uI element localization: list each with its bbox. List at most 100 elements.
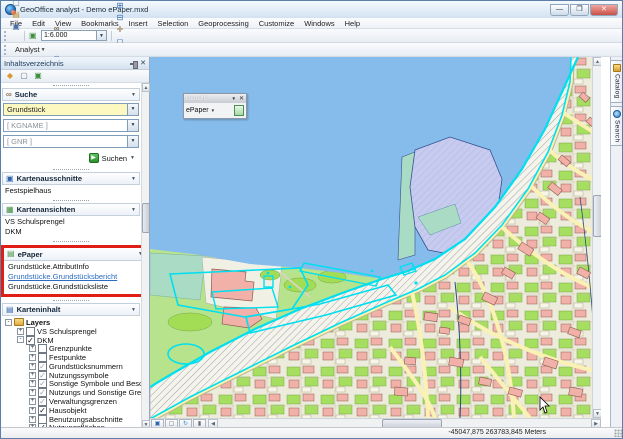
layer-label[interactable]: Nutzungs und Sonstige Grenzen: [49, 388, 141, 397]
layers-root-label[interactable]: Layers: [26, 318, 50, 327]
layer-row[interactable]: + Grenzpunkte: [1, 344, 141, 353]
toc-scrollbar[interactable]: ▲ ▼: [141, 83, 149, 429]
menu-selection[interactable]: Selection: [152, 18, 193, 29]
menu-windows[interactable]: Windows: [299, 18, 339, 29]
epaper-item[interactable]: Grundstücke.Grundstücksliste: [6, 282, 141, 292]
layer-row[interactable]: +✓Nutzungssymbole: [1, 371, 141, 380]
menu-help[interactable]: Help: [340, 18, 365, 29]
scroll-thumb[interactable]: [593, 195, 601, 237]
layer-label[interactable]: Nutzungssymbole: [49, 371, 109, 380]
map-vertical-scrollbar[interactable]: ▲ ▼: [592, 57, 601, 418]
scroll-up-icon[interactable]: ▲: [142, 83, 150, 92]
toc-title-bar[interactable]: Inhaltsverzeichnis ✕: [1, 57, 149, 70]
menu-customize[interactable]: Customize: [254, 18, 299, 29]
minimize-button[interactable]: —: [550, 4, 569, 16]
document-icon[interactable]: ▢: [18, 70, 30, 82]
fixed-zoom-in-icon[interactable]: ⊞: [114, 0, 126, 12]
expander-icon[interactable]: +: [29, 398, 36, 405]
kartenansicht-item[interactable]: VS Schulsprengel: [3, 217, 141, 227]
dropdown-icon[interactable]: ▼: [128, 119, 139, 132]
section-drag-handle[interactable]: [1, 239, 141, 244]
tab-search[interactable]: Search: [611, 106, 623, 146]
layer-row[interactable]: +✓Grundstücksnummern: [1, 362, 141, 371]
menu-edit[interactable]: Edit: [27, 18, 50, 29]
layer-checkbox[interactable]: ✓: [38, 379, 47, 388]
layer-label[interactable]: Festpunkte: [49, 353, 86, 362]
title-bar[interactable]: GeoOffice analyst - Demo ePaper.mxd — ❐ …: [1, 1, 622, 18]
maximize-button[interactable]: ❐: [570, 4, 589, 16]
epaper-item[interactable]: Grundstücke.AttributInfo: [6, 262, 141, 272]
layer-label[interactable]: Benutzungsabschnitte: [49, 415, 123, 424]
section-header-kartenausschnitte[interactable]: ▣ Kartenausschnitte ▼: [2, 172, 140, 185]
expander-icon[interactable]: +: [29, 363, 36, 370]
toc-close-icon[interactable]: ✕: [140, 59, 146, 67]
close-icon[interactable]: ✕: [239, 95, 244, 102]
analyst-menu-button[interactable]: Analyst▼: [10, 44, 51, 56]
resize-grip[interactable]: [614, 429, 622, 437]
scroll-down-icon[interactable]: ▼: [593, 409, 601, 418]
suchen-button[interactable]: Suchen: [102, 154, 127, 163]
kgname-value[interactable]: [ KGNAME ]: [3, 119, 128, 132]
layer-checkbox[interactable]: [38, 344, 47, 353]
gnr-combo[interactable]: [ GNR ] ▼: [3, 135, 139, 148]
layer-label[interactable]: VS Schulsprengel: [37, 327, 97, 336]
pin-icon[interactable]: [129, 60, 136, 67]
expander-icon[interactable]: -: [17, 336, 24, 343]
layer-row[interactable]: +✓Verwaltungsgrenzen: [1, 397, 141, 406]
collapse-icon[interactable]: ▼: [131, 176, 136, 182]
kgname-combo[interactable]: [ KGNAME ] ▼: [3, 119, 139, 132]
layer-label[interactable]: Grenzpunkte: [49, 344, 92, 353]
map-scale-combo[interactable]: ▣ 1:6.000 ▼: [29, 30, 107, 41]
gnr-value[interactable]: [ GNR ]: [3, 135, 128, 148]
section-header-kartenansichten[interactable]: ▦ Kartenansichten ▼: [2, 203, 140, 216]
chevron-down-icon[interactable]: ▼: [211, 108, 215, 113]
epaper-menu-button[interactable]: ePaper: [186, 107, 209, 114]
map-view-icon[interactable]: ▣: [32, 70, 44, 82]
layer-checkbox[interactable]: ✓: [38, 406, 47, 415]
section-header-suche[interactable]: ∞ Suche ▼: [2, 88, 140, 101]
layer-checkbox[interactable]: [38, 353, 47, 362]
expander-icon[interactable]: +: [29, 416, 36, 423]
layer-row[interactable]: +✓Hausobjekt: [1, 406, 141, 415]
layer-label[interactable]: Sonstige Symbole und Beschriftung: [49, 379, 141, 388]
layer-label[interactable]: Verwaltungsgrenzen: [49, 397, 117, 406]
expander-icon[interactable]: +: [29, 389, 36, 396]
add-data-diamond-icon[interactable]: ◆: [4, 70, 16, 82]
close-button[interactable]: ✕: [590, 4, 618, 16]
expander-icon[interactable]: -: [5, 319, 12, 326]
binoculars-icon[interactable]: ∞: [51, 23, 63, 35]
layer-checkbox[interactable]: ✓: [38, 397, 47, 406]
layer-row[interactable]: +VS Schulsprengel: [1, 327, 141, 336]
expander-icon[interactable]: +: [29, 372, 36, 379]
layer-checkbox[interactable]: ✓: [38, 371, 47, 380]
save-icon[interactable]: ▣: [10, 21, 22, 33]
layer-checkbox[interactable]: [26, 327, 35, 336]
tab-catalog[interactable]: Catalog: [611, 60, 623, 103]
search-type-combo[interactable]: Grundstück ▼: [3, 103, 139, 116]
expander-icon[interactable]: +: [29, 407, 36, 414]
search-go-icon[interactable]: ▶: [89, 153, 99, 163]
suchen-dropdown-icon[interactable]: ▼: [130, 155, 135, 161]
collapse-icon[interactable]: ▼: [131, 92, 136, 98]
menu-insert[interactable]: Insert: [124, 18, 153, 29]
toolbar-grip[interactable]: [4, 31, 7, 41]
layer-label[interactable]: DKM: [37, 336, 54, 345]
collapse-icon[interactable]: ▼: [131, 207, 136, 213]
add-feature-alt-icon[interactable]: ✚: [51, 0, 63, 5]
section-header-epaper[interactable]: ▤ ePaper ▼: [4, 248, 141, 261]
floating-toolbar-titlebar[interactable]: GeoOffi ▼ ✕: [184, 94, 246, 103]
layer-checkbox[interactable]: ✓: [38, 388, 47, 397]
layer-checkbox[interactable]: [38, 415, 47, 424]
kartenausschnitt-item[interactable]: Festspielhaus: [3, 186, 141, 196]
scroll-up-icon[interactable]: ▲: [593, 57, 601, 66]
fixed-zoom-out-icon[interactable]: ⊟: [114, 12, 126, 24]
pan-hand-icon[interactable]: ✛: [114, 24, 126, 36]
collapse-icon[interactable]: ▼: [131, 307, 136, 313]
layer-checkbox[interactable]: ✓: [26, 336, 35, 345]
expander-icon[interactable]: +: [29, 354, 36, 361]
dropdown-icon[interactable]: ▼: [128, 135, 139, 148]
search-type-value[interactable]: Grundstück: [3, 103, 128, 116]
layer-row[interactable]: +✓Nutzungs und Sonstige Grenzen: [1, 388, 141, 397]
dropdown-icon[interactable]: ▼: [128, 103, 139, 116]
expander-icon[interactable]: +: [29, 345, 36, 352]
